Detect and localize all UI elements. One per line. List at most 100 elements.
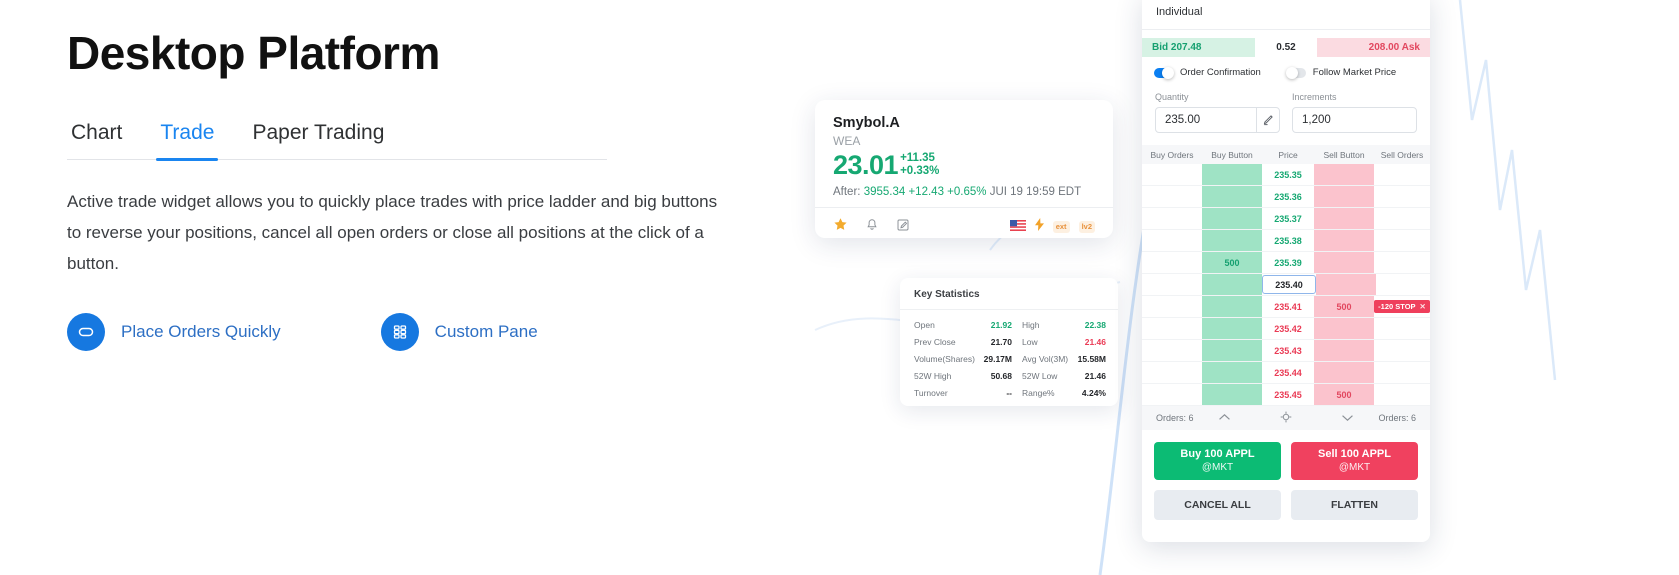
target-icon[interactable] xyxy=(1280,411,1292,425)
quantity-input[interactable]: 235.00 xyxy=(1155,107,1280,133)
cell-sell-orders[interactable] xyxy=(1374,318,1430,339)
account-selector[interactable]: Individual xyxy=(1142,0,1430,29)
flatten-button[interactable]: FLATTEN xyxy=(1291,490,1418,520)
cell-sell-orders[interactable] xyxy=(1374,340,1430,361)
ladder-row[interactable]: 500 235.39 xyxy=(1142,252,1430,274)
cell-sell-button[interactable]: 500 xyxy=(1314,384,1374,405)
cell-buy-button[interactable] xyxy=(1202,340,1262,361)
cell-sell-orders[interactable] xyxy=(1374,252,1430,273)
cancel-all-button[interactable]: CANCEL ALL xyxy=(1154,490,1281,520)
cell-buy-orders[interactable] xyxy=(1142,384,1202,405)
quote-symbol: Smybol.A xyxy=(833,115,900,131)
stop-order-badge[interactable]: -120 STOP ✕ xyxy=(1374,300,1430,313)
cell-sell-button[interactable] xyxy=(1314,252,1374,273)
quote-exchange: WEA xyxy=(833,134,861,149)
cell-buy-orders[interactable] xyxy=(1142,186,1202,207)
cell-sell-orders[interactable] xyxy=(1374,164,1430,185)
increments-input[interactable]: 1,200 xyxy=(1292,107,1417,133)
close-icon[interactable]: ✕ xyxy=(1420,302,1426,311)
quote-after-hours: After: 3955.34 +12.43 +0.65% JUI 19 19:5… xyxy=(833,186,1095,198)
cell-buy-button[interactable]: 500 xyxy=(1202,252,1262,273)
ladder-row[interactable]: 235.35 xyxy=(1142,164,1430,186)
cell-sell-orders[interactable] xyxy=(1376,274,1430,295)
ladder-row-current[interactable]: 235.40 xyxy=(1142,274,1430,296)
quote-change-pct: +0.33% xyxy=(900,165,940,177)
cell-price: 235.36 xyxy=(1274,191,1302,202)
ladder-row[interactable]: 235.36 xyxy=(1142,186,1430,208)
cell-buy-button[interactable] xyxy=(1202,362,1262,383)
stat-value: 15.58M xyxy=(1077,354,1106,364)
bid-price[interactable]: Bid 207.48 xyxy=(1142,38,1255,57)
cell-buy-button[interactable] xyxy=(1202,186,1262,207)
tab-chart[interactable]: Chart xyxy=(67,121,126,159)
quote-icon-row: ext lv2 xyxy=(833,217,1095,237)
feature-link-custom-pane[interactable]: Custom Pane xyxy=(380,312,538,351)
ladder-row[interactable]: 235.42 xyxy=(1142,318,1430,340)
cell-sell-button[interactable] xyxy=(1316,274,1376,295)
cell-sell-button[interactable] xyxy=(1314,340,1374,361)
ladder-row[interactable]: 235.38 xyxy=(1142,230,1430,252)
cell-sell-button[interactable] xyxy=(1314,230,1374,251)
feature-link-place-orders-quickly[interactable]: Place Orders Quickly xyxy=(67,312,281,351)
quantity-label: Quantity xyxy=(1155,92,1189,102)
cell-buy-orders[interactable] xyxy=(1142,164,1202,185)
cell-buy-orders[interactable] xyxy=(1142,252,1202,273)
star-icon[interactable] xyxy=(833,217,848,237)
toggle-switch-on-icon[interactable] xyxy=(1154,66,1174,79)
cell-sell-orders[interactable]: -120 STOP ✕ xyxy=(1374,296,1430,317)
chevron-up-icon[interactable] xyxy=(1218,413,1231,424)
stat-value: 22.38 xyxy=(1084,320,1106,330)
cell-sell-orders[interactable] xyxy=(1374,362,1430,383)
ladder-row[interactable]: 235.37 xyxy=(1142,208,1430,230)
ask-price[interactable]: 208.00 Ask xyxy=(1317,38,1430,57)
cell-sell-button[interactable] xyxy=(1314,208,1374,229)
ladder-row[interactable]: 235.44 xyxy=(1142,362,1430,384)
chevron-down-icon[interactable] xyxy=(1341,413,1354,424)
ladder-row[interactable]: 235.43 xyxy=(1142,340,1430,362)
cell-buy-button[interactable] xyxy=(1202,208,1262,229)
cell-buy-orders[interactable] xyxy=(1142,318,1202,339)
cell-sell-button[interactable]: 500 xyxy=(1314,296,1374,317)
cell-buy-button[interactable] xyxy=(1202,296,1262,317)
pencil-icon[interactable] xyxy=(1256,108,1279,132)
cell-sell-orders[interactable] xyxy=(1374,230,1430,251)
note-edit-icon[interactable] xyxy=(896,218,910,237)
buy-button-sub: @MKT xyxy=(1201,462,1234,473)
cell-buy-orders[interactable] xyxy=(1142,362,1202,383)
toggle-follow-market-price[interactable]: Follow Market Price xyxy=(1285,66,1396,79)
cell-buy-button[interactable] xyxy=(1202,384,1262,405)
ladder-row[interactable]: 235.45 500 xyxy=(1142,384,1430,406)
cell-buy-orders[interactable] xyxy=(1142,296,1202,317)
cell-buy-button[interactable] xyxy=(1202,230,1262,251)
cell-buy-button[interactable] xyxy=(1202,318,1262,339)
cell-sell-button[interactable] xyxy=(1314,362,1374,383)
sell-button[interactable]: Sell 100 APPL @MKT xyxy=(1291,442,1418,480)
cell-buy-orders[interactable] xyxy=(1142,340,1202,361)
cell-sell-button[interactable] xyxy=(1314,186,1374,207)
cell-buy-orders[interactable] xyxy=(1142,230,1202,251)
cell-buy-button[interactable] xyxy=(1202,274,1262,295)
quote-action-icons xyxy=(833,217,910,237)
bell-icon[interactable] xyxy=(865,218,879,237)
after-price: 3955.34 xyxy=(863,186,906,199)
toggle-order-confirmation[interactable]: Order Confirmation xyxy=(1154,66,1261,79)
key-statistics-card: Key Statistics Open 21.92 High 22.38 Pre… xyxy=(900,278,1118,406)
cell-sell-orders[interactable] xyxy=(1374,384,1430,405)
cell-sell-orders[interactable] xyxy=(1374,208,1430,229)
cell-sell-button[interactable] xyxy=(1314,164,1374,185)
cell-buy-button[interactable] xyxy=(1202,164,1262,185)
cell-sell-orders[interactable] xyxy=(1374,186,1430,207)
quote-meta-icons: ext lv2 xyxy=(1009,218,1095,236)
ladder-footer: Orders: 6 Orders: 6 xyxy=(1142,406,1430,430)
stat-label: 52W Low xyxy=(1022,371,1058,381)
cell-buy-orders[interactable] xyxy=(1142,208,1202,229)
stat-label: Volume(Shares) xyxy=(914,354,975,364)
buy-button[interactable]: Buy 100 APPL @MKT xyxy=(1154,442,1281,480)
buy-button-title: Buy 100 APPL xyxy=(1180,448,1255,460)
tab-trade[interactable]: Trade xyxy=(156,121,219,161)
tab-paper-trading[interactable]: Paper Trading xyxy=(248,121,388,159)
ladder-row[interactable]: 235.41 500 -120 STOP ✕ xyxy=(1142,296,1430,318)
cell-buy-orders[interactable] xyxy=(1142,274,1202,295)
toggle-switch-off-icon[interactable] xyxy=(1285,66,1306,79)
cell-sell-button[interactable] xyxy=(1314,318,1374,339)
